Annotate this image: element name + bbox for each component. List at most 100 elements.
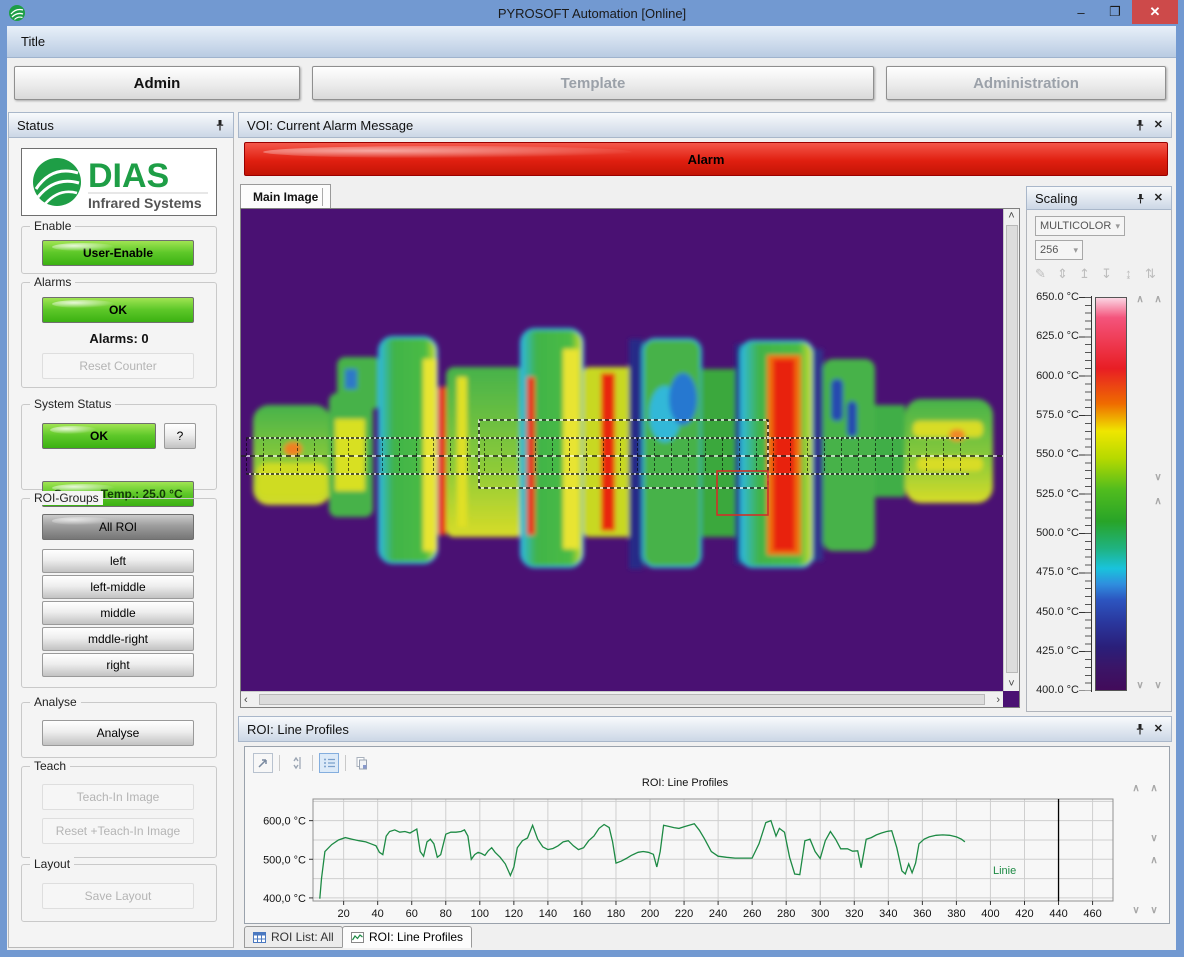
scaling-panel-header: Scaling ✕ [1026,186,1172,210]
svg-text:500,0 °C: 500,0 °C [263,854,306,866]
nav-template-button[interactable]: Template [312,66,874,100]
chart-spinner-up3[interactable]: ∧ [1147,855,1161,866]
export-icon[interactable] [253,753,273,773]
copy-report-icon[interactable] [352,753,372,773]
scale-mid-spinner-down[interactable]: ∨ [1151,472,1165,483]
svg-text:140: 140 [539,908,557,920]
pin-icon[interactable] [215,119,225,131]
levels-select[interactable]: 256 ▾ [1035,240,1083,260]
scale-minor-ticks [1085,297,1091,691]
nav-administration-button[interactable]: Administration [886,66,1166,100]
scale-tick-label: 600.0 °C [1025,370,1079,382]
scale-mid-spinner-up[interactable]: ∧ [1151,496,1165,507]
chart-spinner-up2[interactable]: ∧ [1147,783,1161,794]
scroll-right-icon[interactable]: › [993,693,1003,707]
palette-select[interactable]: MULTICOLOR ▾ [1035,216,1125,236]
profiles-panel-header: ROI: Line Profiles ✕ [238,716,1172,742]
scale-max-up-icon[interactable]: ↥ [1077,266,1092,282]
svg-text:460: 460 [1083,908,1101,920]
dias-subtitle-text: Infrared Systems [88,195,202,211]
close-panel-icon[interactable]: ✕ [1154,120,1163,131]
nav-admin-button[interactable]: Admin [14,66,300,100]
scale-tick-label: 625.0 °C [1025,330,1079,342]
vertical-scrollbar[interactable]: ˄ ˅ [1003,209,1019,691]
tab-line-profiles[interactable]: ROI: Line Profiles [342,926,472,948]
svg-text:380: 380 [947,908,965,920]
toolbar-separator [312,755,313,771]
color-scale-bar[interactable] [1095,297,1127,691]
system-help-button[interactable]: ? [164,423,196,449]
roi-middle-button[interactable]: middle [42,601,194,625]
reset-teach-in-image-button[interactable]: Reset +Teach-In Image [42,818,194,844]
svg-text:340: 340 [879,908,897,920]
menu-title[interactable]: Title [21,34,45,49]
menu-bar: Title [7,26,1176,58]
roi-middle-right-button[interactable]: mddle-right [42,627,194,651]
alarm-counter: Alarms: 0 [22,331,216,346]
scale-min-spinner-down2[interactable]: ∨ [1151,680,1165,691]
teach-group: Teach Teach-In Image Reset +Teach-In Ima… [21,766,217,858]
sort-icon[interactable] [286,753,306,773]
dias-brand-text: DIAS [88,157,169,195]
scroll-left-icon[interactable]: ‹ [241,693,251,707]
chart-title: ROI: Line Profiles [245,777,1125,789]
pin-icon[interactable] [1135,119,1145,131]
vertical-scrollbar-thumb[interactable] [1006,225,1018,673]
svg-text:80: 80 [440,908,452,920]
roi-left-middle-button[interactable]: left-middle [42,575,194,599]
reset-counter-button[interactable]: Reset Counter [42,353,194,379]
palette-settings-icon[interactable]: ✎ [1033,266,1048,282]
alarms-group: Alarms OK Alarms: 0 Reset Counter [21,282,217,388]
thermal-image-viewport[interactable]: ˄ ˅ ‹ › [240,208,1020,708]
svg-text:180: 180 [607,908,625,920]
scaling-panel-title: Scaling [1035,191,1078,206]
teach-in-image-button[interactable]: Teach-In Image [42,784,194,810]
scroll-down-icon[interactable]: ˅ [1005,677,1017,691]
layout-group-label: Layout [30,857,74,871]
save-layout-button[interactable]: Save Layout [42,883,194,909]
scale-min-spinner-down[interactable]: ∨ [1133,680,1147,691]
horizontal-scrollbar-thumb[interactable] [259,694,985,705]
chart-spinner-up[interactable]: ∧ [1129,783,1143,794]
scale-fit-icon[interactable]: ↨ [1121,266,1136,282]
svg-text:320: 320 [845,908,863,920]
palette-value: MULTICOLOR [1040,220,1111,232]
profiles-toolbar [253,753,372,773]
chart-spinner-down2[interactable]: ∨ [1129,905,1143,916]
minimize-button[interactable]: – [1064,0,1098,24]
tab-roi-list[interactable]: ROI List: All [244,926,343,948]
svg-text:360: 360 [913,908,931,920]
chart-spinner-down[interactable]: ∨ [1147,833,1161,844]
close-panel-icon[interactable]: ✕ [1154,724,1163,735]
analyse-button[interactable]: Analyse [42,720,194,746]
chart-icon [351,932,364,943]
close-button[interactable]: ✕ [1132,0,1178,24]
chart-spinner-down3[interactable]: ∨ [1147,905,1161,916]
roi-groups-group-label: ROI-Groups [30,491,103,505]
tab-main-image[interactable]: Main Image [240,184,331,208]
close-panel-icon[interactable]: ✕ [1154,193,1163,204]
system-ok-button[interactable]: OK [42,423,156,449]
scale-max-spinner-up[interactable]: ∧ [1133,294,1147,305]
scroll-up-icon[interactable]: ˄ [1005,209,1017,223]
alarms-ok-button[interactable]: OK [42,297,194,323]
svg-text:400,0 °C: 400,0 °C [263,893,306,905]
roi-right-button[interactable]: right [42,653,194,677]
pin-icon[interactable] [1135,723,1145,735]
scale-auto-icon[interactable]: ⇅ [1143,266,1158,282]
scale-expand-icon[interactable]: ⇕ [1055,266,1070,282]
scale-min-down-icon[interactable]: ↧ [1099,266,1114,282]
list-view-icon[interactable] [319,753,339,773]
alarm-banner[interactable]: Alarm [244,142,1168,176]
scaling-toolbar: ✎ ⇕ ↥ ↧ ↨ ⇅ [1033,266,1158,282]
roi-left-button[interactable]: left [42,549,194,573]
svg-text:300: 300 [811,908,829,920]
scale-max-spinner-up2[interactable]: ∧ [1151,294,1165,305]
horizontal-scrollbar[interactable]: ‹ › [241,691,1003,707]
svg-text:220: 220 [675,908,693,920]
user-enable-button[interactable]: User-Enable [42,240,194,266]
svg-text:440: 440 [1049,908,1067,920]
pin-icon[interactable] [1136,193,1145,204]
maximize-button[interactable]: ❐ [1098,0,1132,24]
roi-all-button[interactable]: All ROI [42,514,194,540]
